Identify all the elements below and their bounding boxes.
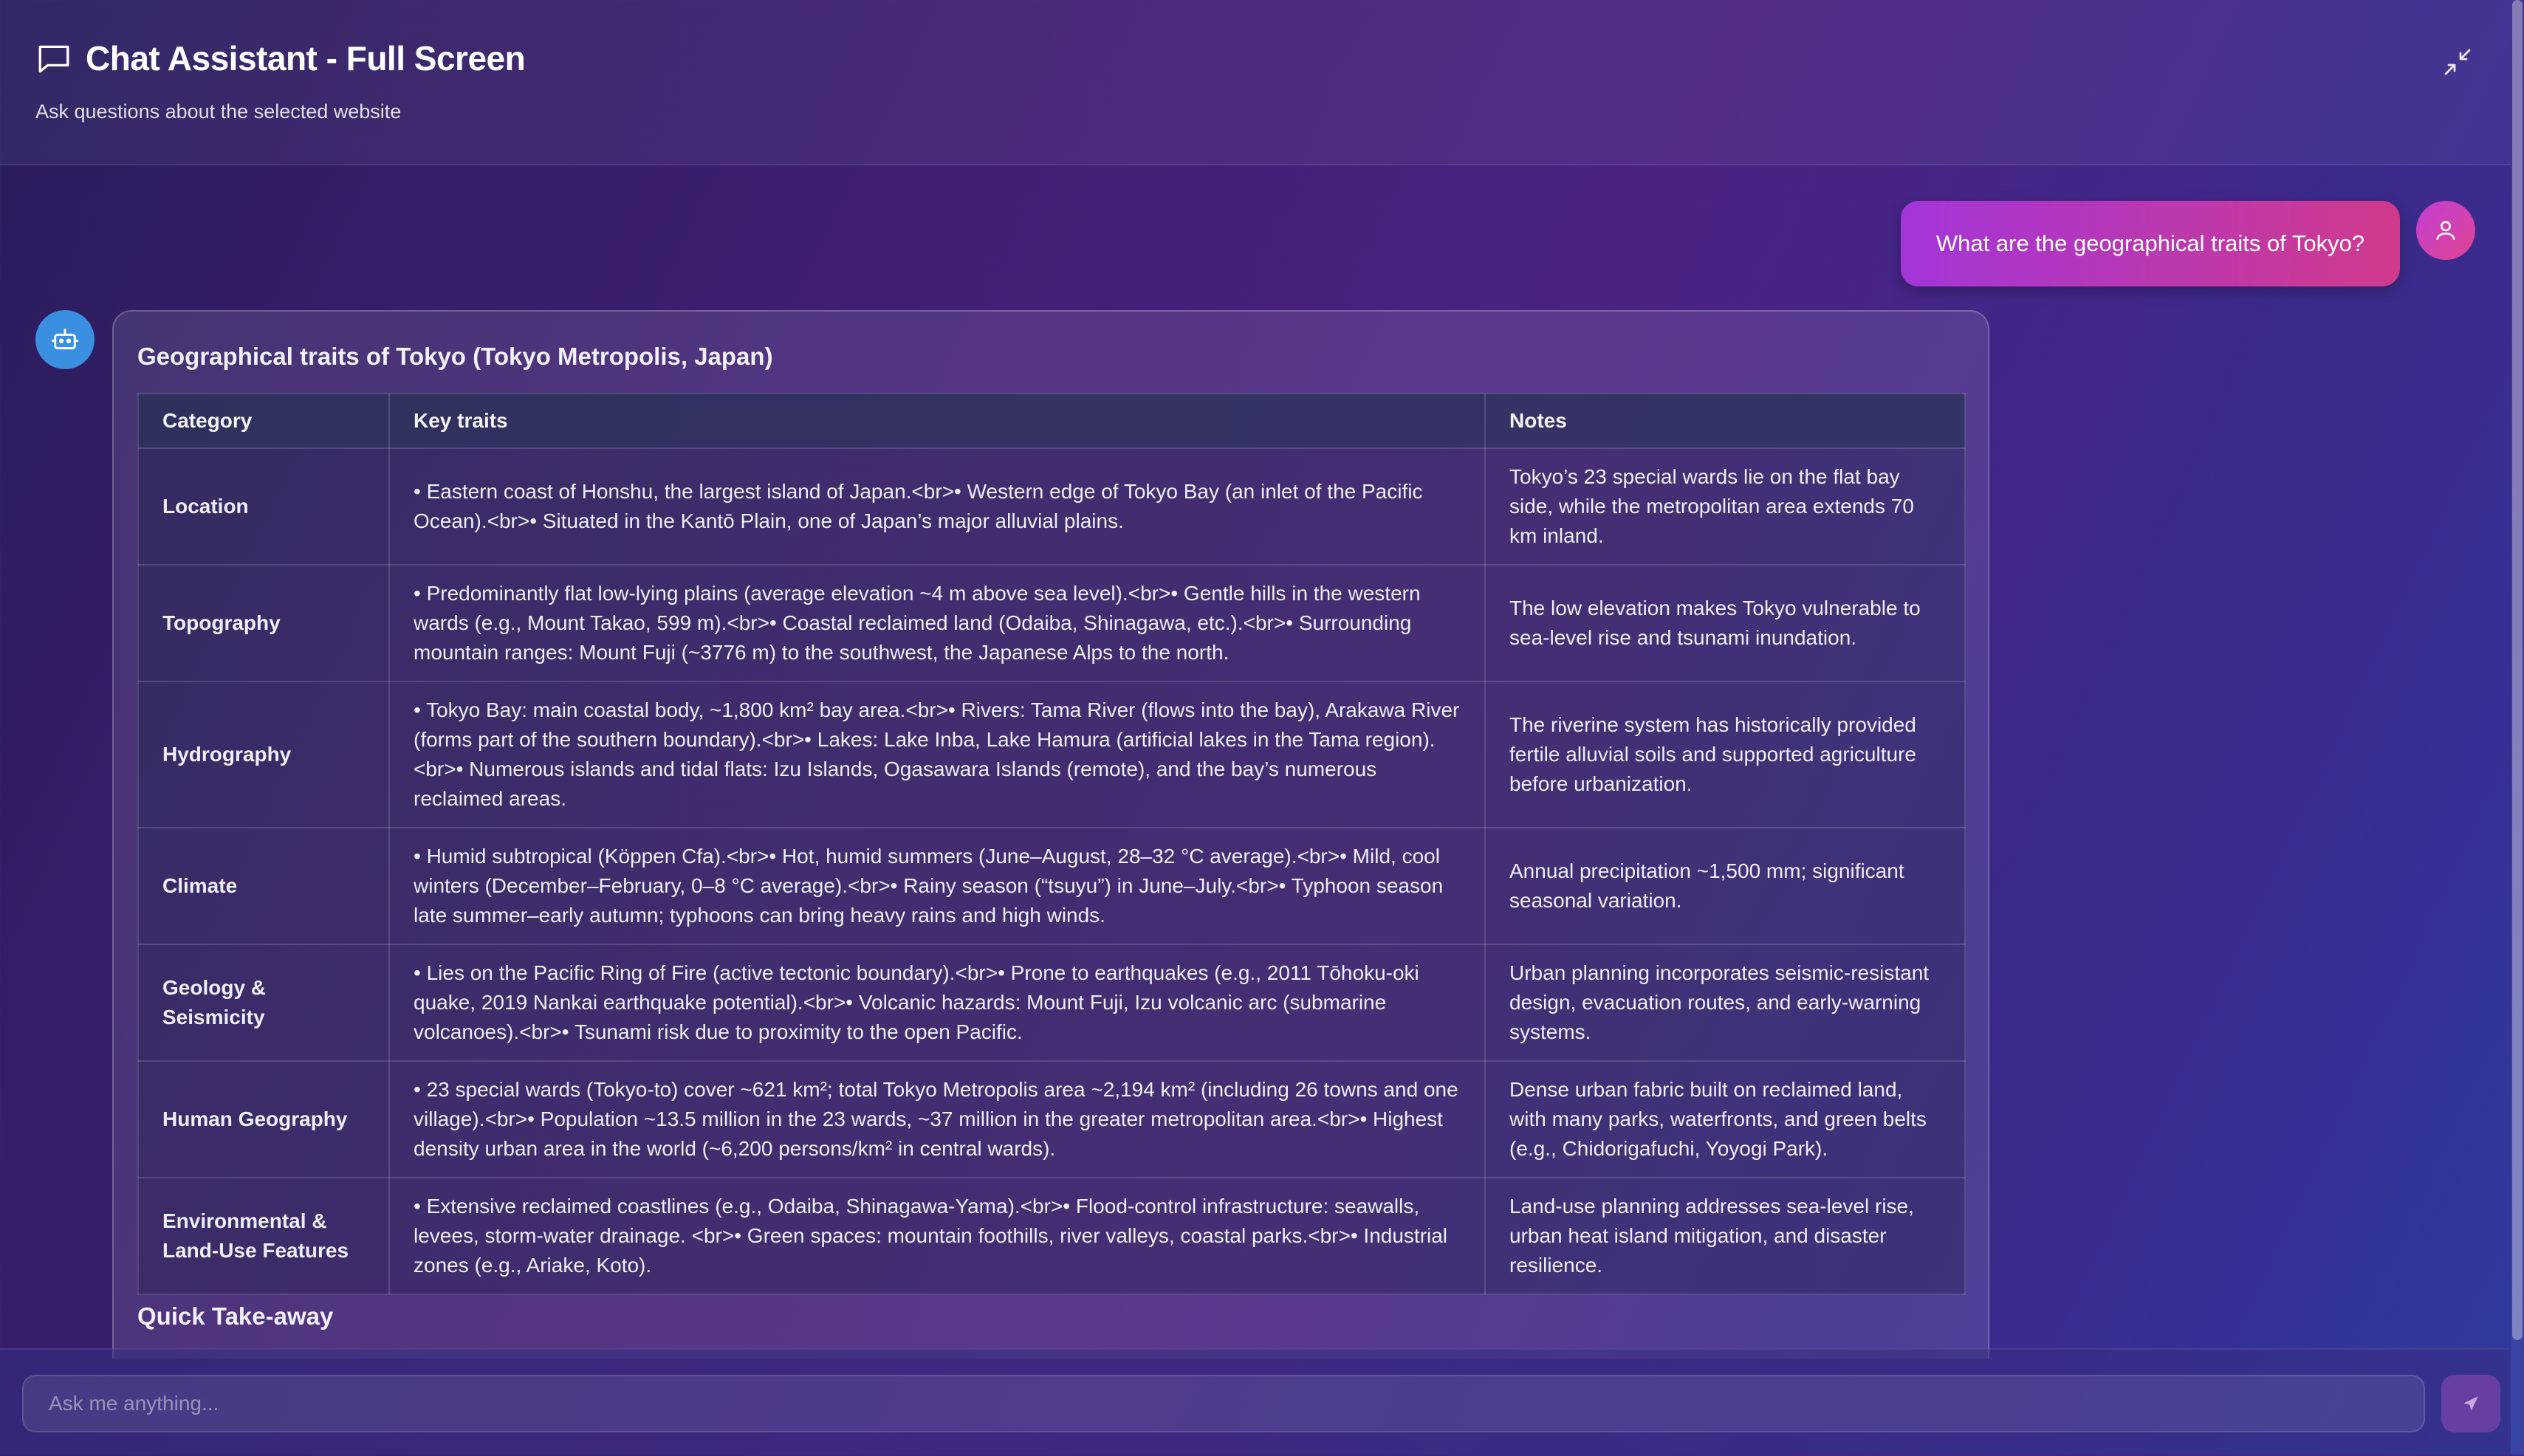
traits-cell: • Predominantly flat low-lying plains (a… <box>388 564 1486 682</box>
category-cell: Geology & Seismicity <box>137 944 390 1062</box>
message-input[interactable] <box>22 1375 2425 1432</box>
table-row: Climate • Humid subtropical (Köppen Cfa)… <box>137 827 1966 945</box>
notes-cell: The low elevation makes Tokyo vulnerable… <box>1484 564 1966 682</box>
chat-header: Chat Assistant - Full Screen Ask questio… <box>0 0 2511 165</box>
table-row: Geology & Seismicity • Lies on the Pacif… <box>137 944 1966 1062</box>
traits-cell: • Humid subtropical (Köppen Cfa).<br>• H… <box>388 827 1486 945</box>
traits-cell: • Eastern coast of Honshu, the largest i… <box>388 447 1486 566</box>
traits-cell: • Lies on the Pacific Ring of Fire (acti… <box>388 944 1486 1062</box>
page-title: Chat Assistant - Full Screen <box>86 39 526 78</box>
page-subtitle: Ask questions about the selected website <box>35 100 402 123</box>
user-avatar <box>2416 201 2475 260</box>
traits-table: Category Key traits Notes Location • Eas… <box>137 393 1966 1295</box>
message-composer <box>0 1348 2511 1456</box>
assistant-avatar <box>35 310 95 369</box>
table-row: Environmental & Land-Use Features • Exte… <box>137 1177 1966 1295</box>
notes-cell: Land-use planning addresses sea-level ri… <box>1484 1177 1966 1295</box>
user-icon <box>2436 221 2455 240</box>
assistant-message-card: Geographical traits of Tokyo (Tokyo Metr… <box>112 310 1989 1359</box>
category-cell: Location <box>137 447 390 566</box>
send-button[interactable] <box>2441 1375 2500 1432</box>
minimize-icon <box>2444 49 2471 75</box>
column-header-notes: Notes <box>1484 393 1966 449</box>
title-row: Chat Assistant - Full Screen <box>35 38 526 78</box>
takeaway-heading: Quick Take-away <box>137 1302 334 1330</box>
notes-cell: Urban planning incorporates seismic-resi… <box>1484 944 1966 1062</box>
column-header-category: Category <box>137 393 390 449</box>
answer-title: Geographical traits of Tokyo (Tokyo Metr… <box>137 343 773 370</box>
column-header-key-traits: Key traits <box>388 393 1486 449</box>
bot-icon <box>51 329 79 350</box>
exit-fullscreen-button[interactable] <box>2440 44 2475 80</box>
table-row: Human Geography • 23 special wards (Toky… <box>137 1060 1966 1178</box>
category-cell: Hydrography <box>137 681 390 828</box>
send-icon <box>2463 1396 2478 1411</box>
table-header-row: Category Key traits Notes <box>137 393 1966 449</box>
category-cell: Topography <box>137 564 390 682</box>
notes-cell: The riverine system has historically pro… <box>1484 681 1966 828</box>
traits-cell: • 23 special wards (Tokyo-to) cover ~621… <box>388 1060 1486 1178</box>
scrollbar-thumb[interactable] <box>2512 0 2523 1340</box>
notes-cell: Tokyo’s 23 special wards lie on the flat… <box>1484 447 1966 566</box>
page-scrollbar[interactable] <box>2511 0 2524 1455</box>
notes-cell: Annual precipitation ~1,500 mm; signific… <box>1484 827 1966 945</box>
traits-cell: • Tokyo Bay: main coastal body, ~1,800 k… <box>388 681 1486 828</box>
table-row: Hydrography • Tokyo Bay: main coastal bo… <box>137 681 1966 828</box>
category-cell: Climate <box>137 827 390 945</box>
category-cell: Environmental & Land-Use Features <box>137 1177 390 1295</box>
traits-cell: • Extensive reclaimed coastlines (e.g., … <box>388 1177 1486 1295</box>
user-message-bubble: What are the geographical traits of Toky… <box>1901 201 2400 286</box>
table-row: Location • Eastern coast of Honshu, the … <box>137 447 1966 566</box>
chat-bubble-icon <box>38 45 69 73</box>
category-cell: Human Geography <box>137 1060 390 1178</box>
notes-cell: Dense urban fabric built on reclaimed la… <box>1484 1060 1966 1178</box>
table-row: Topography • Predominantly flat low-lyin… <box>137 564 1966 682</box>
